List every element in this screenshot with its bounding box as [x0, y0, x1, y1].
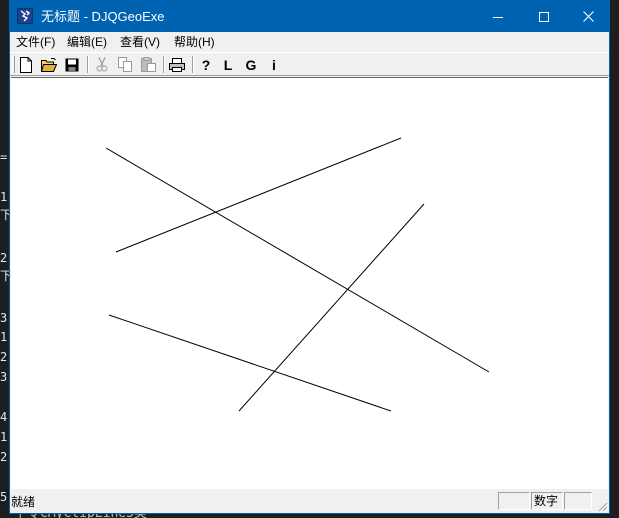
save-button[interactable]	[62, 55, 82, 74]
letter-g-button[interactable]: G	[241, 55, 261, 74]
app-icon[interactable]	[17, 8, 33, 24]
status-text: 就绪	[11, 495, 36, 509]
drawn-line[interactable]	[238, 203, 425, 412]
close-button[interactable]	[565, 1, 611, 32]
menu-help[interactable]: 帮助(H)	[174, 34, 215, 50]
status-pane-scroll	[564, 492, 592, 510]
status-pane-caps	[498, 492, 530, 510]
open-folder-icon	[41, 57, 57, 72]
letter-g-label: G	[245, 56, 257, 73]
copy-button[interactable]	[115, 55, 135, 74]
maximize-button[interactable]	[521, 1, 567, 32]
close-icon	[582, 11, 594, 22]
menu-file[interactable]: 文件(F)	[16, 34, 55, 50]
print-icon	[169, 57, 185, 72]
maximize-icon	[539, 11, 549, 22]
window-title: 无标题 - DJQGeoExe	[41, 9, 165, 24]
menu-edit[interactable]: 编辑(E)	[67, 34, 107, 50]
toolbar-separator	[192, 56, 194, 73]
status-bar: 就绪 数字	[10, 489, 609, 513]
title-bar[interactable]: 无标题 - DJQGeoExe	[10, 1, 609, 32]
toolbar-grip[interactable]	[12, 56, 15, 73]
drawing-canvas[interactable]	[11, 77, 608, 489]
letter-l-label: L	[223, 56, 233, 73]
app-window: 无标题 - DJQGeoExe 文件(F) 编辑(E) 查看(V) 帮助(H)	[9, 0, 610, 514]
letter-i-label: i	[272, 56, 276, 73]
print-button[interactable]	[167, 55, 187, 74]
cut-icon	[96, 57, 108, 72]
open-button[interactable]	[39, 55, 59, 74]
letter-l-button[interactable]: L	[218, 55, 238, 74]
letter-i-button[interactable]: i	[264, 55, 284, 74]
toolbar: ? L G i	[10, 52, 609, 76]
minimize-icon	[493, 16, 503, 18]
cut-button[interactable]	[92, 55, 112, 74]
menu-bar: 文件(F) 编辑(E) 查看(V) 帮助(H)	[10, 32, 609, 52]
minimize-button[interactable]	[475, 1, 521, 32]
new-document-icon	[20, 56, 32, 73]
new-button[interactable]	[16, 55, 36, 74]
drawing-surface	[105, 137, 490, 412]
copy-icon	[117, 57, 132, 72]
paste-icon	[140, 57, 156, 72]
toolbar-separator	[163, 56, 165, 73]
toolbar-separator	[87, 56, 89, 73]
help-question-icon: ?	[201, 56, 211, 73]
status-pane-num: 数字	[531, 492, 563, 510]
drawn-line[interactable]	[105, 147, 490, 373]
drawn-line[interactable]	[115, 137, 402, 253]
resize-grip-icon[interactable]	[596, 500, 608, 512]
drawn-line[interactable]	[108, 314, 392, 412]
menu-view[interactable]: 查看(V)	[120, 34, 160, 50]
paste-button[interactable]	[138, 55, 158, 74]
help-button[interactable]: ?	[196, 55, 216, 74]
save-disk-icon	[65, 58, 79, 71]
